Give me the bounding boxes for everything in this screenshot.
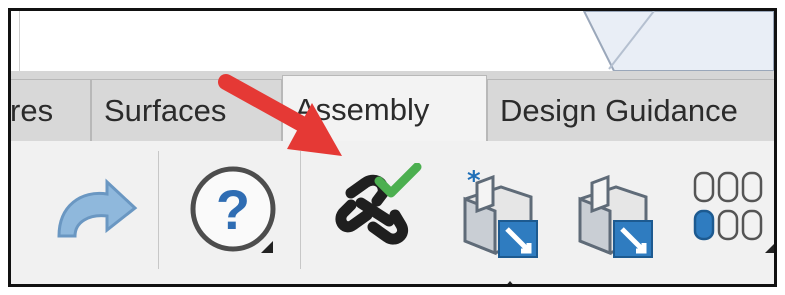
tab-label: Assembly [295,92,430,127]
ribbon-tabs: res Surfaces Assembly Design Guidance [11,71,774,142]
ribbon-toolbar: ? * [11,141,777,284]
ribbon-collapse-caret-icon[interactable] [504,281,516,284]
new-assembly-icon[interactable]: * [451,169,546,261]
screenshot-frame: res Surfaces Assembly Design Guidance ? [8,8,777,287]
tab-assembly[interactable]: Assembly [282,75,487,142]
tab-label: Surfaces [104,93,227,128]
view-cube-corner[interactable] [574,11,774,71]
graphics-canvas[interactable] [11,11,774,71]
canvas-left-panel [11,11,20,71]
toolbar-separator [300,151,301,269]
insert-part-icon[interactable] [566,169,661,261]
tab-design-guidance[interactable]: Design Guidance [487,79,774,141]
tab-features[interactable]: res [10,79,91,141]
link-check-icon[interactable] [331,163,423,255]
tab-label: Design Guidance [500,93,738,128]
tab-surfaces[interactable]: Surfaces [91,79,282,141]
toolbar-separator [158,151,159,269]
redo-icon[interactable] [49,176,144,248]
svg-text:*: * [467,169,481,196]
svg-text:?: ? [216,178,250,241]
pattern-icon[interactable] [689,165,777,261]
dropdown-corner-icon[interactable] [261,241,273,253]
tab-label: res [10,93,54,128]
dropdown-corner-icon[interactable] [765,241,774,253]
